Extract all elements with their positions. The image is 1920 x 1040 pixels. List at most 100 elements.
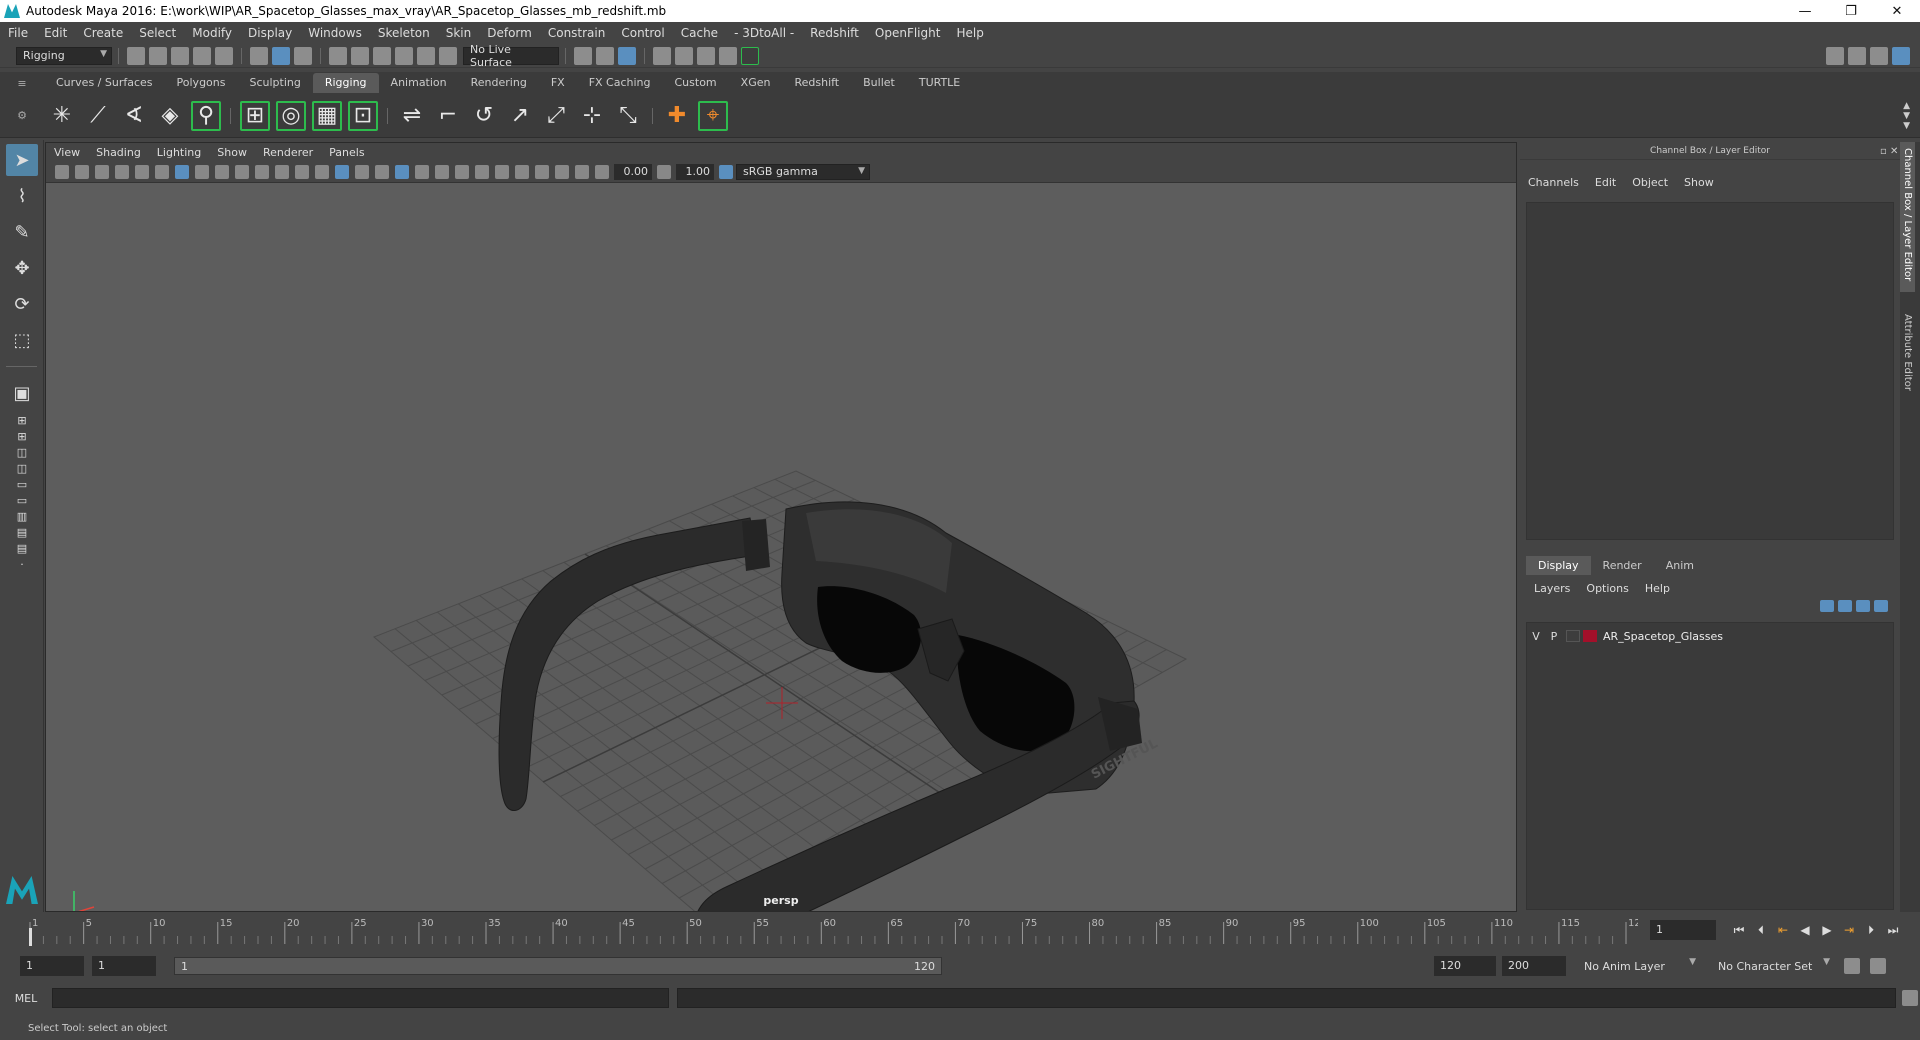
hik-skeleton-icon[interactable]: ⚲ bbox=[191, 100, 221, 131]
undo-icon[interactable] bbox=[193, 46, 211, 65]
select-component-icon[interactable] bbox=[294, 46, 312, 65]
tab-animation[interactable]: Animation bbox=[379, 73, 459, 93]
menu-create[interactable]: Create bbox=[75, 26, 131, 40]
output-ops-icon[interactable] bbox=[596, 46, 614, 65]
vp-menu-shading[interactable]: Shading bbox=[88, 146, 149, 159]
render-view-icon[interactable] bbox=[653, 46, 671, 65]
tab-fx[interactable]: FX bbox=[539, 73, 577, 93]
tab-xgen[interactable]: XGen bbox=[729, 73, 783, 93]
tab-bullet[interactable]: Bullet bbox=[851, 73, 907, 93]
snap-grid-icon[interactable] bbox=[329, 46, 347, 65]
tab-anim[interactable]: Anim bbox=[1654, 556, 1706, 575]
control-locator-icon[interactable]: ⌖ bbox=[698, 100, 728, 131]
tab-custom[interactable]: Custom bbox=[663, 73, 729, 93]
current-time-indicator[interactable] bbox=[29, 928, 32, 946]
render-frame-icon[interactable] bbox=[675, 46, 693, 65]
side-tab-channel-box[interactable]: Channel Box / Layer Editor bbox=[1900, 142, 1915, 292]
channel-list[interactable] bbox=[1526, 202, 1894, 540]
ambient-occlusion-icon[interactable] bbox=[455, 164, 469, 179]
cb-menu-object[interactable]: Object bbox=[1624, 176, 1676, 189]
modeling-toolkit-icon[interactable] bbox=[1826, 46, 1844, 65]
image-plane-icon[interactable] bbox=[115, 164, 129, 179]
close-button[interactable]: ✕ bbox=[1874, 4, 1920, 19]
three-pane-layout-icon[interactable]: ▥ bbox=[6, 509, 38, 523]
scene-canvas[interactable]: SIGHTFUL bbox=[46, 183, 1516, 911]
layer-playback-toggle[interactable]: P bbox=[1545, 630, 1563, 643]
new-layer-from-selection-icon[interactable] bbox=[1874, 600, 1888, 612]
persp-graph-layout-icon[interactable]: ◫ bbox=[6, 461, 38, 475]
live-surface-field[interactable]: No Live Surface bbox=[463, 43, 559, 69]
persp-graph-hypergraph-icon[interactable]: ▭ bbox=[6, 477, 38, 491]
depth-of-field-icon[interactable] bbox=[515, 164, 529, 179]
joint-tool-icon[interactable]: ✳ bbox=[47, 101, 77, 131]
pole-vector-icon[interactable]: ⊹ bbox=[577, 101, 607, 131]
menu-modify[interactable]: Modify bbox=[184, 26, 240, 40]
new-scene-icon[interactable] bbox=[127, 46, 145, 65]
hypershade-icon[interactable] bbox=[741, 46, 759, 65]
channel-box-toggle-icon[interactable] bbox=[1892, 46, 1910, 65]
open-scene-icon[interactable] bbox=[149, 46, 167, 65]
four-view-layout-icon-2[interactable]: ⊞ bbox=[6, 429, 38, 443]
shelf-settings-icon[interactable]: ⚙ bbox=[0, 109, 44, 122]
layer-display-type-box[interactable] bbox=[1566, 630, 1580, 642]
anim-layer-dropdown[interactable]: No Anim Layer ▼ bbox=[1578, 956, 1700, 976]
isolate-select-icon[interactable] bbox=[535, 164, 549, 179]
tab-rigging[interactable]: Rigging bbox=[312, 73, 379, 93]
snap-curve-icon[interactable] bbox=[351, 46, 369, 65]
textured-icon[interactable] bbox=[395, 164, 409, 179]
save-scene-icon[interactable] bbox=[171, 46, 189, 65]
input-ops-icon[interactable] bbox=[574, 46, 592, 65]
select-hierarchy-icon[interactable] bbox=[250, 46, 268, 65]
outliner-persp-graph-icon[interactable]: ▭ bbox=[6, 493, 38, 507]
menu-3dtoall[interactable]: - 3DtoAll - bbox=[726, 26, 802, 40]
render-layout-icon[interactable]: ▤ bbox=[6, 541, 38, 555]
orient-constraint-icon[interactable]: ↺ bbox=[469, 101, 499, 131]
lattice-icon[interactable]: ▦ bbox=[312, 100, 342, 131]
scene-start-field[interactable]: 1 bbox=[20, 956, 84, 976]
insert-joint-icon[interactable]: ◈ bbox=[155, 101, 185, 131]
current-frame-field[interactable]: 1 bbox=[1650, 920, 1716, 940]
construction-history-icon[interactable] bbox=[618, 46, 636, 65]
menu-constrain[interactable]: Constrain bbox=[540, 26, 614, 40]
snap-surface-icon[interactable] bbox=[417, 46, 435, 65]
lasso-tool-icon[interactable]: ⌇ bbox=[6, 180, 38, 212]
menu-windows[interactable]: Windows bbox=[300, 26, 370, 40]
panel-float-close[interactable]: ▫ ✕ bbox=[1880, 146, 1898, 157]
cb-menu-edit[interactable]: Edit bbox=[1587, 176, 1624, 189]
menu-skeleton[interactable]: Skeleton bbox=[370, 26, 438, 40]
command-input[interactable] bbox=[51, 988, 670, 1008]
tab-rendering[interactable]: Rendering bbox=[459, 73, 539, 93]
auto-key-icon[interactable] bbox=[1844, 958, 1860, 974]
vp-menu-show[interactable]: Show bbox=[209, 146, 255, 159]
ipr-render-icon[interactable] bbox=[697, 46, 715, 65]
color-management-icon[interactable] bbox=[719, 164, 733, 179]
wrap-icon[interactable]: ⊡ bbox=[348, 100, 378, 131]
safe-action-icon[interactable] bbox=[275, 164, 289, 179]
locator-icon[interactable]: ✚ bbox=[662, 101, 692, 131]
grid-toggle-icon[interactable] bbox=[175, 164, 189, 179]
motion-blur-icon[interactable] bbox=[475, 164, 489, 179]
ik-handle-icon[interactable]: ⟋ bbox=[83, 101, 113, 131]
select-object-icon[interactable] bbox=[272, 46, 290, 65]
character-set-dropdown[interactable]: No Character Set ▼ bbox=[1712, 956, 1834, 976]
playback-end-field[interactable]: 120 bbox=[1434, 956, 1496, 976]
time-slider-ruler[interactable]: 1 5 10 15 20 25 30 35 40 45 50 55 60 65 70 75 80 85 90 95 10… bbox=[28, 914, 1638, 948]
menu-file[interactable]: File bbox=[0, 26, 36, 40]
render-settings-icon[interactable] bbox=[719, 46, 737, 65]
menu-redshift[interactable]: Redshift bbox=[802, 26, 867, 40]
colorspace-dropdown[interactable]: sRGB gamma ▼ bbox=[736, 163, 870, 180]
cluster-icon[interactable]: ◎ bbox=[276, 100, 306, 131]
custom-layout-icon[interactable]: · bbox=[6, 557, 38, 571]
menu-openflight[interactable]: OpenFlight bbox=[867, 26, 949, 40]
menuset-dropdown[interactable]: Rigging ▼ bbox=[16, 46, 112, 65]
play-forwards-icon[interactable]: ▶ bbox=[1816, 923, 1838, 937]
le-menu-options[interactable]: Options bbox=[1578, 582, 1636, 595]
xray-active-icon[interactable] bbox=[575, 164, 589, 179]
paint-select-tool-icon[interactable]: ✎ bbox=[6, 216, 38, 248]
snap-view-icon[interactable] bbox=[395, 46, 413, 65]
ik-spline-icon[interactable]: ∢ bbox=[119, 101, 149, 131]
persp-outliner-layout-icon[interactable]: ◫ bbox=[6, 445, 38, 459]
bookmark-icon[interactable] bbox=[95, 164, 109, 179]
gamma-icon[interactable] bbox=[657, 164, 671, 179]
field-chart-icon[interactable] bbox=[255, 164, 269, 179]
